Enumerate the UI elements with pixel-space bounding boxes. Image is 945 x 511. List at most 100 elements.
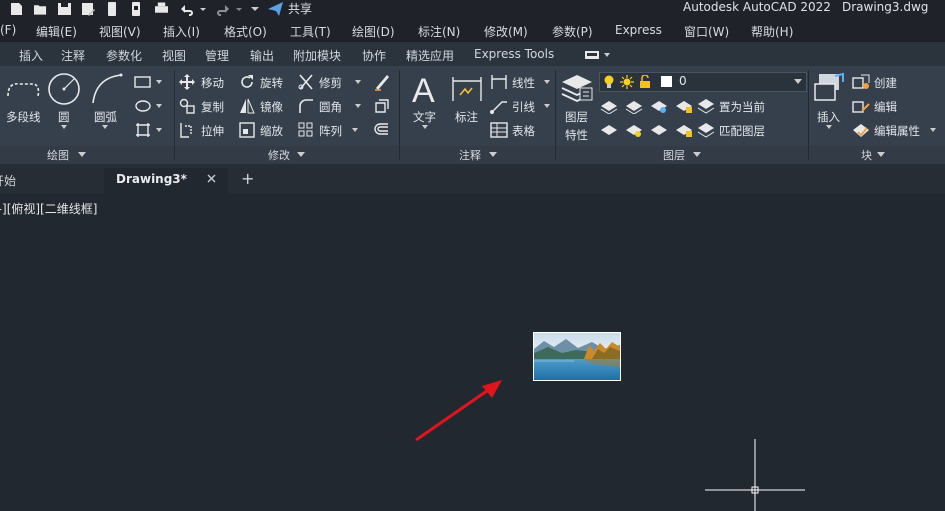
viewport-controls[interactable]: [-][俯视][二维线框]: [0, 200, 97, 217]
edit-block-label[interactable]: 编辑: [874, 99, 897, 115]
copy-label[interactable]: 复制: [201, 99, 224, 115]
layer-isolate-icon[interactable]: [625, 98, 643, 114]
layer-thaw-icon[interactable]: [625, 122, 643, 138]
fillet-dropdown-icon[interactable]: [355, 104, 361, 109]
rectangle-icon[interactable]: [134, 75, 164, 89]
set-current-label[interactable]: 置为当前: [719, 99, 765, 115]
insert-block-icon[interactable]: [813, 72, 847, 104]
edit-block-icon[interactable]: [852, 98, 870, 114]
array-dropdown-icon[interactable]: [352, 128, 358, 133]
layer-unlock-icon[interactable]: [675, 122, 693, 138]
annotation-panel-title[interactable]: 注释: [459, 147, 481, 163]
tab-featured-apps[interactable]: 精选应用: [406, 47, 454, 64]
edit-attributes-icon[interactable]: [852, 122, 870, 138]
layer-properties-label-2[interactable]: 特性: [565, 127, 588, 143]
menu-edit[interactable]: 编辑(E): [36, 23, 77, 40]
match-layer-icon[interactable]: [697, 122, 715, 138]
sun-icon[interactable]: [620, 75, 634, 89]
layer-properties-icon[interactable]: [560, 72, 594, 104]
layers-panel-title[interactable]: 图层: [663, 147, 685, 163]
dimension-icon[interactable]: [450, 73, 484, 105]
menu-view[interactable]: 视图(V): [99, 23, 141, 40]
text-dropdown-icon[interactable]: [422, 125, 428, 130]
fillet-label[interactable]: 圆角: [319, 99, 342, 115]
tab-express-tools[interactable]: Express Tools: [474, 47, 554, 61]
tab-start[interactable]: 开始: [0, 172, 16, 189]
customize-qat-icon[interactable]: [251, 2, 259, 16]
stretch-label[interactable]: 拉伸: [201, 123, 224, 139]
save-web-mobile-icon[interactable]: [130, 2, 143, 16]
undo-icon[interactable]: [180, 2, 196, 16]
menu-draw[interactable]: 绘图(D): [352, 23, 395, 40]
polyline-icon[interactable]: [6, 74, 42, 104]
layer-off-icon[interactable]: [600, 98, 618, 114]
arc-dropdown-icon[interactable]: [102, 125, 108, 130]
leader-icon[interactable]: [490, 98, 508, 114]
rotate-icon[interactable]: [239, 74, 255, 90]
layer-properties-label-1[interactable]: 图层: [565, 109, 588, 125]
trim-label[interactable]: 修剪: [319, 75, 342, 91]
tab-addins[interactable]: 附加模块: [293, 47, 341, 64]
linear-label[interactable]: 线性: [512, 75, 535, 91]
menu-format[interactable]: 格式(O): [224, 23, 267, 40]
dimension-label[interactable]: 标注: [455, 109, 478, 125]
layer-freeze-icon[interactable]: [650, 98, 668, 114]
share-icon[interactable]: [268, 2, 284, 16]
ribbon-minimize-icon[interactable]: [585, 50, 611, 60]
open-folder-icon[interactable]: [34, 2, 47, 16]
block-panel-title[interactable]: 块: [861, 147, 872, 163]
set-current-icon[interactable]: [697, 98, 715, 114]
rotate-label[interactable]: 旋转: [260, 75, 283, 91]
linear-icon[interactable]: [490, 74, 508, 90]
mirror-icon[interactable]: [239, 98, 255, 114]
linear-dropdown-icon[interactable]: [544, 80, 550, 85]
layers-panel-expand-icon[interactable]: [693, 152, 701, 158]
edit-attributes-dropdown-icon[interactable]: [930, 128, 936, 133]
new-tab-button[interactable]: +: [241, 169, 254, 188]
annotation-panel-expand-icon[interactable]: [489, 152, 497, 158]
circle-label[interactable]: 圆: [58, 109, 70, 125]
leader-dropdown-icon[interactable]: [544, 104, 550, 109]
inserted-landscape-image[interactable]: [533, 332, 621, 381]
tab-drawing3[interactable]: Drawing3*: [104, 168, 228, 194]
scale-icon[interactable]: [239, 122, 255, 138]
table-icon[interactable]: [490, 122, 508, 138]
redo-dropdown-icon[interactable]: [236, 2, 242, 16]
fillet-icon[interactable]: [298, 98, 314, 114]
layer-unisolate-icon[interactable]: [600, 122, 618, 138]
move-label[interactable]: 移动: [201, 75, 224, 91]
layer-color-swatch[interactable]: [661, 76, 672, 87]
insert-dropdown-icon[interactable]: [826, 125, 832, 130]
trim-dropdown-icon[interactable]: [355, 80, 361, 85]
edit-attributes-label[interactable]: 编辑属性: [874, 123, 920, 139]
lightbulb-icon[interactable]: [603, 75, 615, 89]
text-label[interactable]: 文字: [413, 109, 436, 125]
menu-dimension[interactable]: 标注(N): [418, 23, 460, 40]
modify-panel-title[interactable]: 修改: [268, 147, 290, 163]
layer-lock-icon[interactable]: [675, 98, 693, 114]
scale-label[interactable]: 缩放: [260, 123, 283, 139]
copy-icon[interactable]: [179, 98, 195, 114]
unlock-icon[interactable]: [639, 75, 651, 89]
match-layer-label[interactable]: 匹配图层: [719, 123, 765, 139]
block-panel-expand-icon[interactable]: [877, 152, 885, 158]
save-as-icon[interactable]: [82, 2, 95, 16]
array-label[interactable]: 阵列: [319, 123, 342, 139]
erase-icon[interactable]: [373, 73, 391, 91]
new-file-icon[interactable]: [10, 2, 23, 16]
tab-drawing3-label[interactable]: Drawing3*: [116, 172, 187, 186]
hatch-icon[interactable]: [134, 99, 164, 113]
table-label[interactable]: 表格: [512, 123, 535, 139]
share-label[interactable]: 共享: [288, 0, 312, 17]
explode-icon[interactable]: [373, 97, 391, 115]
menu-modify[interactable]: 修改(M): [484, 23, 528, 40]
stretch-icon[interactable]: [179, 122, 195, 138]
save-icon[interactable]: [58, 2, 71, 16]
redo-icon[interactable]: [214, 2, 230, 16]
layer-dropdown[interactable]: 0: [599, 72, 807, 92]
offset-icon[interactable]: [373, 121, 391, 139]
arc-label[interactable]: 圆弧: [94, 109, 117, 125]
menu-help[interactable]: 帮助(H): [751, 23, 793, 40]
drawing-canvas[interactable]: [-][俯视][二维线框]: [0, 194, 945, 511]
circle-icon[interactable]: [47, 72, 81, 106]
